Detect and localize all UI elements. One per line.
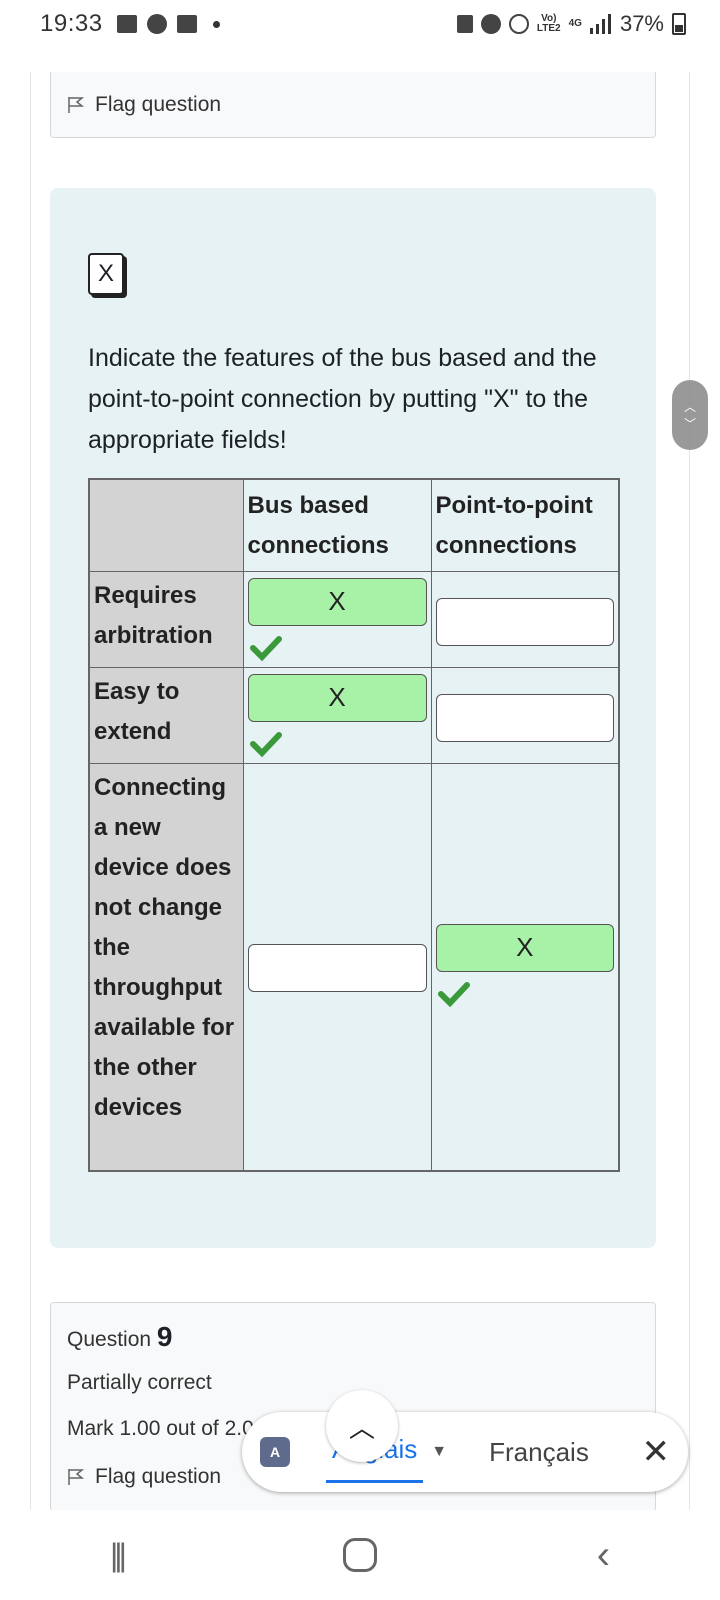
volte-indicator: Vo) LTE2: [536, 13, 561, 34]
table-row: Requires arbitration X: [88, 570, 620, 668]
drop-cell: X: [430, 762, 620, 1172]
back-icon[interactable]: ‹: [597, 1533, 610, 1578]
alarm-icon: [480, 14, 501, 34]
notification-icons: [116, 14, 220, 34]
chevron-down-icon: ﹀: [683, 417, 696, 431]
messenger-icon: [146, 14, 167, 34]
network-type: 4G: [568, 18, 582, 29]
flag-question-link[interactable]: Flag question: [50, 72, 656, 138]
drop-cell: [242, 762, 432, 1172]
recents-icon[interactable]: |||: [110, 1537, 127, 1574]
gallery-icon: [116, 15, 137, 33]
flag-question-label: Flag question: [95, 1465, 222, 1488]
folder-icon: [176, 15, 197, 33]
flag-icon: [68, 96, 85, 113]
status-bar: 19:33 Vo) LTE2 4G 37%: [0, 0, 720, 48]
drop-cell: [430, 570, 620, 668]
more-notifications-icon: [212, 20, 220, 28]
drop-cell: [430, 666, 620, 764]
lock-icon: [456, 15, 473, 33]
signal-icon: [589, 14, 611, 34]
target-language-tab[interactable]: Français: [489, 1437, 589, 1468]
flag-icon: [68, 1469, 85, 1485]
translate-icon[interactable]: A: [260, 1437, 290, 1467]
check-icon: [437, 981, 470, 1007]
chevron-up-icon: ︿: [683, 400, 696, 414]
question-text: Indicate the features of the bus based a…: [88, 344, 597, 454]
drop-zone[interactable]: X: [435, 923, 614, 972]
check-icon: [249, 731, 282, 757]
question-number: Question 9: [67, 1321, 173, 1352]
battery-percent: 37%: [619, 11, 664, 36]
column-header-bus: Bus based connections: [242, 478, 432, 572]
column-header-p2p: Point-to-point connections: [430, 478, 620, 572]
close-icon[interactable]: ✕: [642, 1432, 671, 1472]
translate-bar: A Anglais ▼ Français ✕: [242, 1412, 688, 1492]
flag-question-label: Flag question: [95, 92, 222, 116]
question-state: Partially correct: [67, 1371, 212, 1394]
status-time: 19:33: [40, 10, 103, 37]
row-label: Requires arbitration: [88, 570, 244, 668]
drop-zone[interactable]: [247, 943, 427, 992]
check-icon: [249, 635, 282, 661]
table-row: Connecting a new device does not change …: [88, 762, 620, 1172]
row-label: Connecting a new device does not change …: [88, 762, 244, 1172]
question-mark: Mark 1.00 out of 2.00: [67, 1417, 266, 1440]
header-empty-cell: [88, 478, 244, 572]
table-row: Easy to extend X: [88, 666, 620, 764]
drop-cell: X: [242, 666, 432, 764]
drop-zone[interactable]: [435, 597, 614, 646]
edge-panel-handle[interactable]: ︿ ﹀: [672, 380, 708, 450]
status-right: Vo) LTE2 4G 37%: [456, 11, 686, 37]
drop-zone[interactable]: [435, 693, 614, 742]
collapse-translate-button[interactable]: ︿: [326, 1390, 398, 1462]
navigation-bar: ||| ‹: [0, 1510, 720, 1600]
row-label: Easy to extend: [88, 666, 244, 764]
question-panel: X Indicate the features of the bus based…: [50, 188, 656, 1248]
hotspot-icon: [508, 14, 529, 34]
drop-cell: X: [242, 570, 432, 668]
battery-icon: [672, 13, 686, 35]
x-draggable-item[interactable]: X: [88, 253, 124, 295]
dropdown-caret-icon[interactable]: ▼: [431, 1443, 447, 1461]
flag-question-link[interactable]: Flag question: [67, 1465, 221, 1489]
header-row: Bus based connections Point-to-point con…: [88, 478, 620, 572]
drop-zone[interactable]: X: [247, 577, 427, 626]
drop-zone[interactable]: X: [247, 673, 427, 722]
home-icon[interactable]: [342, 1538, 377, 1572]
answer-table: Bus based connections Point-to-point con…: [88, 478, 620, 1172]
